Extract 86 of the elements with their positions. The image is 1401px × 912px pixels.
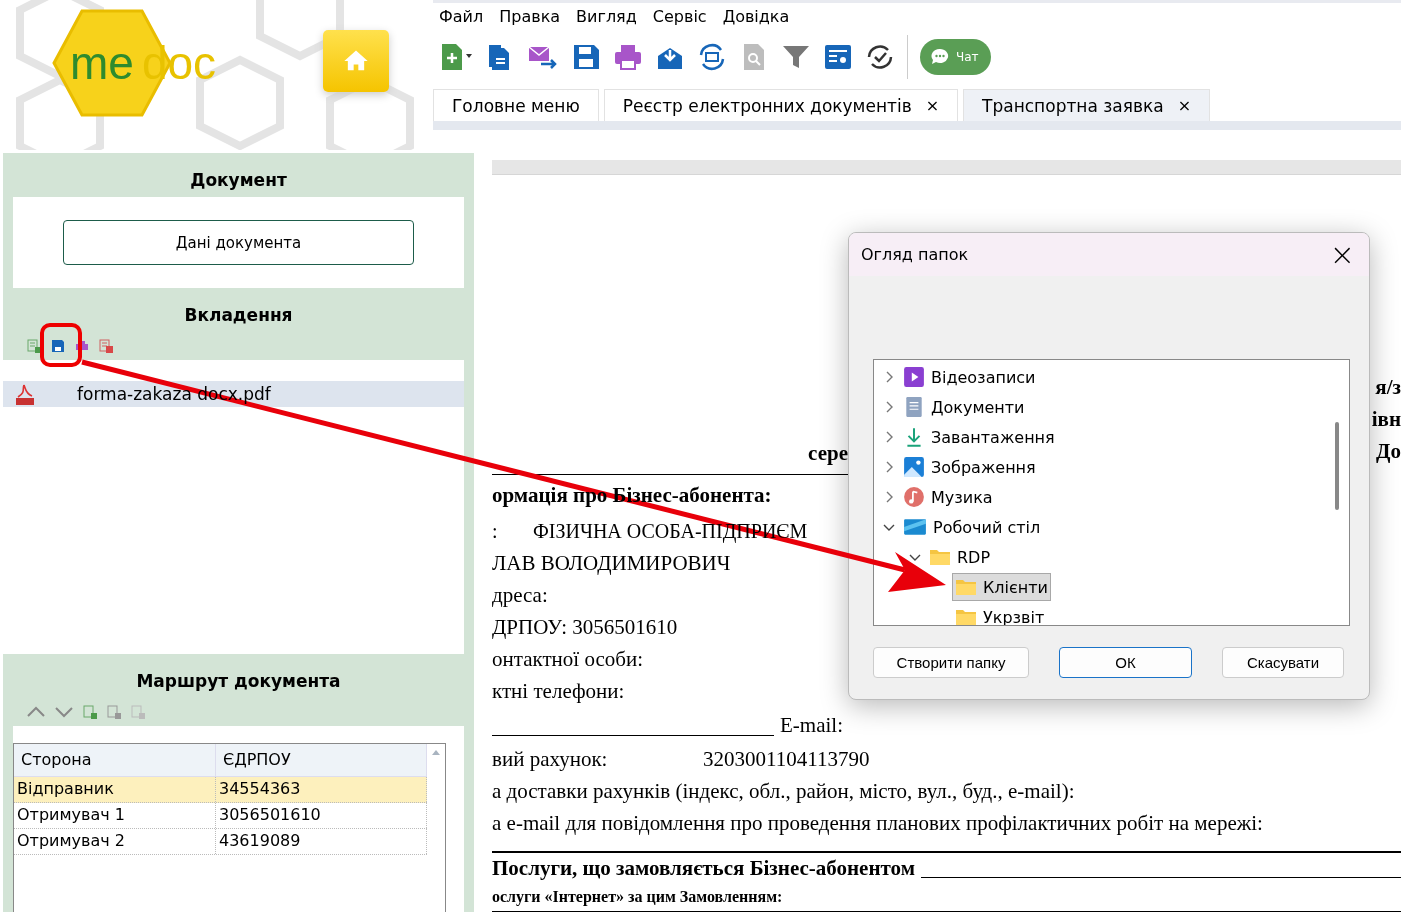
- menu-item[interactable]: Вигляд: [576, 7, 637, 29]
- document-text: сере: [808, 441, 848, 465]
- move-up-icon[interactable]: [27, 706, 45, 718]
- menu-item[interactable]: Довідка: [722, 7, 790, 29]
- tab[interactable]: Реєстр електронних документів ×: [603, 89, 959, 121]
- document-icon: [903, 396, 925, 418]
- table-cell: Отримувач 2: [14, 829, 216, 854]
- dialog-title: Огляд папок: [861, 245, 969, 264]
- folder-item[interactable]: Завантаження: [900, 423, 1058, 451]
- tab-label: Реєстр електронних документів: [622, 95, 912, 116]
- document-text: а e-mail для повідомлення про проведення планових профілактичних робіт на мережі:: [492, 810, 1263, 836]
- section-title: Маршрут документа: [135, 670, 342, 693]
- folder-item[interactable]: Зображення: [900, 453, 1039, 481]
- table-cell: Відправник: [14, 777, 216, 802]
- document-text: :: [492, 519, 499, 543]
- save-attachment-icon[interactable]: [51, 339, 65, 353]
- document-data-button[interactable]: Дані документа: [63, 220, 414, 265]
- document-text: дреса:: [492, 582, 548, 608]
- scrollbar-thumb[interactable]: [1335, 422, 1339, 510]
- menu-item[interactable]: Сервіс: [652, 7, 707, 29]
- delete-attachment-icon[interactable]: [99, 339, 113, 353]
- document-text: онтактної особи:: [492, 646, 644, 672]
- folder-item[interactable]: Музика: [900, 483, 996, 511]
- speech-bubble-icon: [930, 47, 950, 67]
- document-text: я/з: [1375, 375, 1401, 401]
- dialog-button[interactable]: Створити папку: [873, 647, 1029, 678]
- column-header: Сторона: [14, 744, 216, 776]
- document-text: 3203001104113790: [703, 746, 870, 772]
- document-text: До: [1376, 439, 1401, 465]
- section-title: Вкладення: [183, 304, 294, 327]
- new-document-icon[interactable]: [439, 42, 473, 72]
- folder-item[interactable]: Документи: [900, 393, 1028, 421]
- close-button[interactable]: ×: [1329, 239, 1355, 270]
- picture-icon: [903, 456, 925, 478]
- desktop-icon: [903, 516, 927, 538]
- table-row[interactable]: Отримувач 1 3056501610: [14, 803, 427, 829]
- table-cell: Отримувач 1: [14, 803, 216, 828]
- table-row[interactable]: Відправник 34554363: [14, 777, 427, 803]
- save-icon[interactable]: [571, 42, 601, 72]
- sync-envelope-icon[interactable]: [697, 42, 727, 72]
- folder-item[interactable]: RDP: [926, 543, 994, 571]
- music-note-icon: [903, 486, 925, 508]
- logo-text: me: [70, 36, 134, 90]
- folder-icon: [929, 548, 951, 566]
- pdf-file-icon: [15, 383, 35, 405]
- table-row[interactable]: Отримувач 2 43619089: [14, 829, 427, 855]
- document-text: ктні телефони:: [492, 678, 625, 704]
- document-text: ЛАВ ВОЛОДИМИРОВИЧ: [492, 550, 731, 576]
- menu-item[interactable]: Файл: [439, 7, 484, 29]
- folder-icon: [955, 608, 977, 625]
- tab-label: Транспортна заявка: [982, 95, 1164, 116]
- menu-item[interactable]: Правка: [499, 7, 561, 29]
- view-card-icon[interactable]: [823, 42, 853, 72]
- tab[interactable]: Головне меню: [433, 89, 599, 121]
- folder-item[interactable]: Укрзвіт: [952, 603, 1048, 625]
- tab-label: Головне меню: [452, 95, 580, 116]
- table-cell: 34554363: [216, 777, 427, 802]
- dialog-button[interactable]: ОК: [1059, 647, 1192, 678]
- document-heading: ормація про Бізнес-абонента:: [492, 482, 772, 508]
- document-text: івн: [1371, 407, 1401, 433]
- tab[interactable]: Транспортна заявка ×: [963, 89, 1211, 121]
- move-down-icon[interactable]: [55, 706, 73, 718]
- table-cell: 3056501610: [216, 803, 427, 828]
- add-attachment-icon[interactable]: [27, 339, 41, 353]
- highlight-ring: [40, 323, 82, 367]
- document-heading: Послуги, що замовляється Бізнес-абонентом: [492, 855, 915, 881]
- document-text: E-mail:: [780, 712, 843, 738]
- document-text: а доставки рахунків (індекс, обл., район, місто, вул., буд., e-mail):: [492, 778, 1075, 804]
- add-row-icon[interactable]: [83, 705, 97, 719]
- column-header: ЄДРПОУ: [216, 744, 427, 776]
- table-cell: 43619089: [216, 829, 427, 854]
- printer-icon[interactable]: [613, 42, 643, 72]
- film-icon: [903, 366, 925, 388]
- folder-icon: [955, 578, 977, 596]
- folder-item[interactable]: Відеозаписи: [900, 363, 1039, 391]
- document-text: ДРПОУ: 3056501610: [492, 614, 678, 640]
- document-heading: ослуги «Інтернет» за цим Замовленням:: [492, 888, 783, 906]
- dialog-button[interactable]: Скасувати: [1222, 647, 1344, 678]
- folder-item[interactable]: Клієнти: [952, 573, 1051, 601]
- close-tab-button[interactable]: ×: [1177, 96, 1192, 115]
- print-attachment-icon[interactable]: [75, 339, 89, 353]
- folder-item[interactable]: Робочий стіл: [900, 513, 1044, 541]
- close-tab-button[interactable]: ×: [925, 96, 940, 115]
- document-text: вий рахунок:: [492, 746, 609, 772]
- refresh-check-icon[interactable]: [865, 42, 895, 72]
- section-title: Документ: [189, 169, 288, 192]
